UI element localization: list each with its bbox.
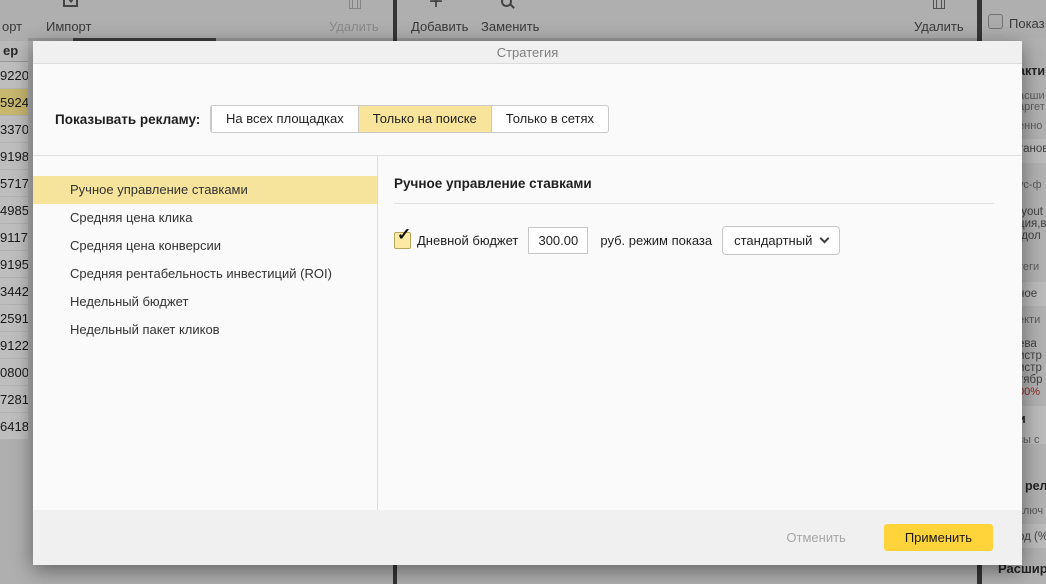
dialog-title: Стратегия — [33, 41, 1022, 64]
currency-mode-label: руб. режим показа — [600, 233, 712, 248]
dialog-footer: Отменить Применить — [33, 510, 1022, 565]
show-ads-label: Показывать рекламу: — [55, 112, 200, 127]
dialog-body: Ручное управление ставкамиСредняя цена к… — [33, 155, 1022, 510]
strategy-menu-item[interactable]: Недельный пакет кликов — [33, 316, 377, 344]
strategy-menu-item[interactable]: Средняя рентабельность инвестиций (ROI) — [33, 260, 377, 288]
daily-budget-label: Дневной бюджет — [417, 233, 518, 248]
platform-option[interactable]: На всех площадках — [211, 106, 358, 132]
platform-option[interactable]: Только на поиске — [358, 106, 491, 132]
chevron-down-icon — [820, 234, 830, 244]
checkmark-icon: ✓ — [397, 225, 411, 245]
daily-budget-input[interactable] — [528, 227, 588, 254]
panel-heading: Ручное управление ставками — [394, 176, 994, 191]
display-mode-value: стандартный — [734, 233, 812, 248]
strategy-menu-item[interactable]: Ручное управление ставками — [33, 176, 377, 204]
platform-option[interactable]: Только в сетях — [491, 106, 608, 132]
display-mode-select[interactable]: стандартный — [722, 226, 840, 255]
strategy-dialog: Стратегия Показывать рекламу: На всех пл… — [33, 41, 1022, 565]
strategy-menu: Ручное управление ставкамиСредняя цена к… — [33, 156, 378, 510]
apply-button[interactable]: Применить — [884, 524, 993, 551]
divider — [394, 203, 994, 204]
strategy-menu-item[interactable]: Средняя цена клика — [33, 204, 377, 232]
app-window: орт Импорт Удалить + Добавить Заменить У… — [0, 0, 1046, 584]
daily-budget-checkbox[interactable]: ✓ — [394, 232, 411, 249]
strategy-settings-panel: Ручное управление ставками ✓ Дневной бюд… — [378, 156, 1022, 510]
platform-segmented-control: На всех площадкахТолько на поискеТолько … — [210, 105, 609, 133]
strategy-menu-item[interactable]: Недельный бюджет — [33, 288, 377, 316]
daily-budget-row: ✓ Дневной бюджет руб. режим показа станд… — [394, 226, 994, 255]
strategy-menu-item[interactable]: Средняя цена конверсии — [33, 232, 377, 260]
cancel-button[interactable]: Отменить — [786, 530, 845, 545]
